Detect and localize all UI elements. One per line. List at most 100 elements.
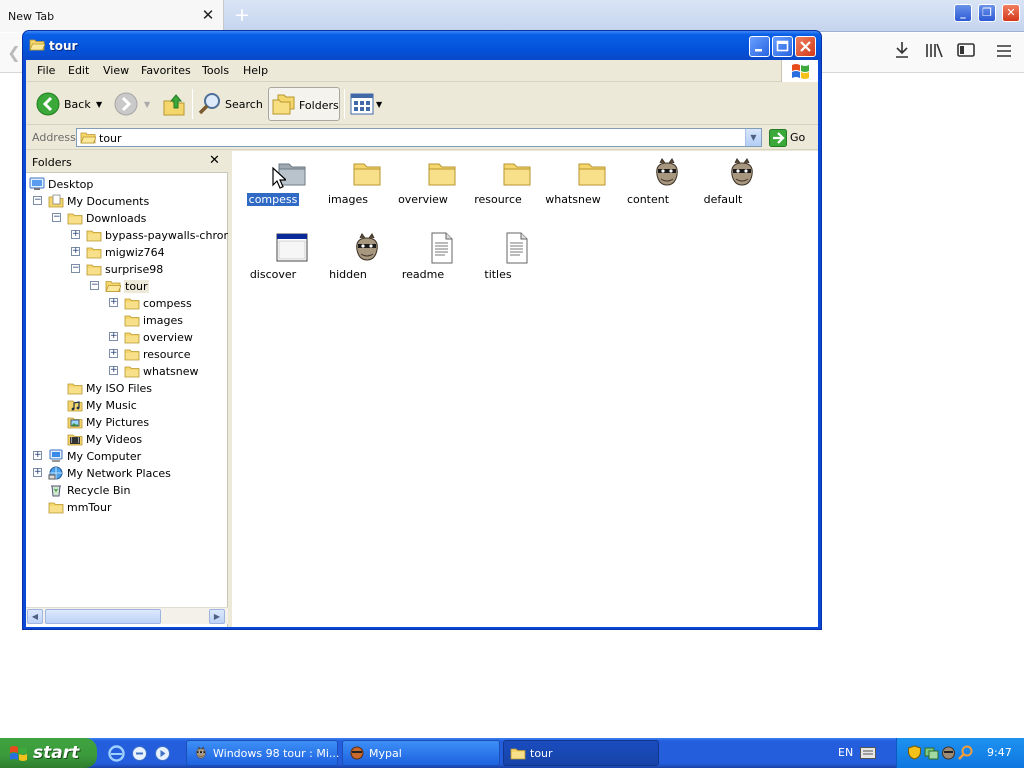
new-tab-button[interactable]: + xyxy=(232,5,252,25)
maximize-button[interactable] xyxy=(772,36,793,57)
menu-edit[interactable]: Edit xyxy=(68,64,89,77)
file-name: overview xyxy=(398,193,448,206)
tree-item[interactable]: + whatsnew xyxy=(26,363,228,380)
collapse-icon[interactable]: − xyxy=(71,264,80,273)
views-dropdown-icon[interactable]: ▼ xyxy=(376,100,382,109)
file-item[interactable]: titles xyxy=(463,232,533,298)
taskbar-button[interactable]: Mypal xyxy=(342,740,500,766)
downloads-icon[interactable] xyxy=(890,41,914,65)
go-button[interactable]: Go xyxy=(767,128,815,148)
expand-icon[interactable]: + xyxy=(109,349,118,358)
browser-minimize-button[interactable]: _ xyxy=(954,4,972,22)
tree-item-label: images xyxy=(143,314,183,327)
scroll-right-icon[interactable]: ▶ xyxy=(209,609,225,624)
minimize-button[interactable] xyxy=(749,36,770,57)
tree-item[interactable]: + compess xyxy=(26,295,228,312)
browser-maximize-button[interactable]: ❐ xyxy=(978,4,996,22)
tree-item[interactable]: + migwiz764 xyxy=(26,244,228,261)
tree-item[interactable]: − tour xyxy=(26,278,228,295)
expand-icon[interactable]: + xyxy=(71,247,80,256)
tree-item[interactable]: Desktop xyxy=(26,176,228,193)
menu-tools[interactable]: Tools xyxy=(202,64,229,77)
window-title-bar[interactable]: tour xyxy=(23,31,821,60)
raccoon-app-icon[interactable] xyxy=(941,745,956,760)
address-dropdown-icon[interactable]: ▼ xyxy=(745,129,761,146)
taskbar-button-label: Windows 98 tour : Mi... xyxy=(213,747,340,760)
collapse-icon[interactable]: − xyxy=(33,196,42,205)
search-button[interactable]: Search xyxy=(196,87,263,121)
keyboard-icon[interactable] xyxy=(860,747,876,759)
tree-item[interactable]: + resource xyxy=(26,346,228,363)
menu-view[interactable]: View xyxy=(103,64,129,77)
search-tray-icon[interactable] xyxy=(958,745,973,760)
toolbar-separator xyxy=(192,89,193,119)
tree-item[interactable]: + overview xyxy=(26,329,228,346)
desktop-shortcut-icon[interactable] xyxy=(131,745,148,762)
back-button[interactable]: Back ▼ xyxy=(32,87,106,121)
sidebar-icon[interactable] xyxy=(954,41,978,65)
file-item[interactable]: images xyxy=(313,157,383,223)
language-indicator[interactable]: EN xyxy=(838,746,853,759)
file-item[interactable]: resource xyxy=(463,157,533,223)
browser-tab[interactable]: New Tab ✕ xyxy=(0,0,224,32)
tree-item[interactable]: mmTour xyxy=(26,499,228,516)
expand-icon[interactable]: + xyxy=(109,298,118,307)
back-dropdown-icon[interactable]: ▼ xyxy=(96,100,102,109)
collapse-icon[interactable]: − xyxy=(90,281,99,290)
scroll-left-icon[interactable]: ◀ xyxy=(27,609,43,624)
address-field[interactable]: tour ▼ xyxy=(76,128,762,147)
forward-dropdown-icon[interactable]: ▼ xyxy=(144,100,150,109)
taskbar-button[interactable]: Windows 98 tour : Mi... xyxy=(186,740,340,766)
folders-pane-close-icon[interactable]: ✕ xyxy=(209,153,220,168)
browser-tab-close-icon[interactable]: ✕ xyxy=(200,6,216,24)
tree-item[interactable]: + bypass-paywalls-chrome- xyxy=(26,227,245,244)
views-button[interactable]: ▼ xyxy=(348,87,384,121)
scroll-thumb[interactable] xyxy=(45,609,161,624)
folder-icon xyxy=(124,364,140,378)
tree-item[interactable]: My Music xyxy=(26,397,228,414)
tree-item[interactable]: My ISO Files xyxy=(26,380,228,397)
media-player-icon[interactable] xyxy=(154,745,171,762)
taskbar-button[interactable]: tour xyxy=(503,740,659,766)
tree-item[interactable]: Recycle Bin xyxy=(26,482,228,499)
tree-item-label: resource xyxy=(143,348,191,361)
folders-button[interactable]: Folders xyxy=(268,87,340,121)
tree-item[interactable]: My Pictures xyxy=(26,414,228,431)
file-item[interactable]: hidden xyxy=(313,232,383,298)
file-item[interactable]: whatsnew xyxy=(538,157,608,223)
browser-close-button[interactable]: ✕ xyxy=(1002,4,1020,22)
menu-help[interactable]: Help xyxy=(243,64,268,77)
tree-item[interactable]: − Downloads xyxy=(26,210,228,227)
expand-icon[interactable]: + xyxy=(109,332,118,341)
folders-horizontal-scrollbar[interactable]: ◀ ▶ xyxy=(26,607,228,624)
expand-icon[interactable]: + xyxy=(33,451,42,460)
file-item[interactable]: readme xyxy=(388,232,458,298)
security-shield-icon[interactable] xyxy=(907,745,922,760)
menu-favorites[interactable]: Favorites xyxy=(141,64,191,77)
file-item[interactable]: default xyxy=(688,157,758,223)
up-folder-button[interactable] xyxy=(160,87,188,121)
tree-item[interactable]: images xyxy=(26,312,228,329)
expand-icon[interactable]: + xyxy=(109,366,118,375)
file-item[interactable]: discover xyxy=(238,232,308,298)
menu-file[interactable]: File xyxy=(37,64,55,77)
tree-item[interactable]: − My Documents xyxy=(26,193,228,210)
forward-button[interactable]: ▼ xyxy=(112,87,152,121)
collapse-icon[interactable]: − xyxy=(52,213,61,222)
close-button[interactable] xyxy=(795,36,816,57)
network-tray-icon[interactable] xyxy=(924,745,939,760)
tree-item[interactable]: + My Computer xyxy=(26,448,228,465)
hamburger-menu-icon[interactable] xyxy=(992,41,1016,65)
start-button[interactable]: start xyxy=(0,738,97,768)
tree-item[interactable]: My Videos xyxy=(26,431,228,448)
tree-item-label: surprise98 xyxy=(105,263,164,276)
tree-item[interactable]: + My Network Places xyxy=(26,465,228,482)
expand-icon[interactable]: + xyxy=(33,468,42,477)
file-item[interactable]: content xyxy=(613,157,683,223)
library-icon[interactable] xyxy=(922,41,946,65)
tree-item[interactable]: − surprise98 xyxy=(26,261,228,278)
internet-explorer-icon[interactable] xyxy=(108,745,125,762)
window-title: tour xyxy=(49,39,78,53)
expand-icon[interactable]: + xyxy=(71,230,80,239)
file-item[interactable]: overview xyxy=(388,157,458,223)
